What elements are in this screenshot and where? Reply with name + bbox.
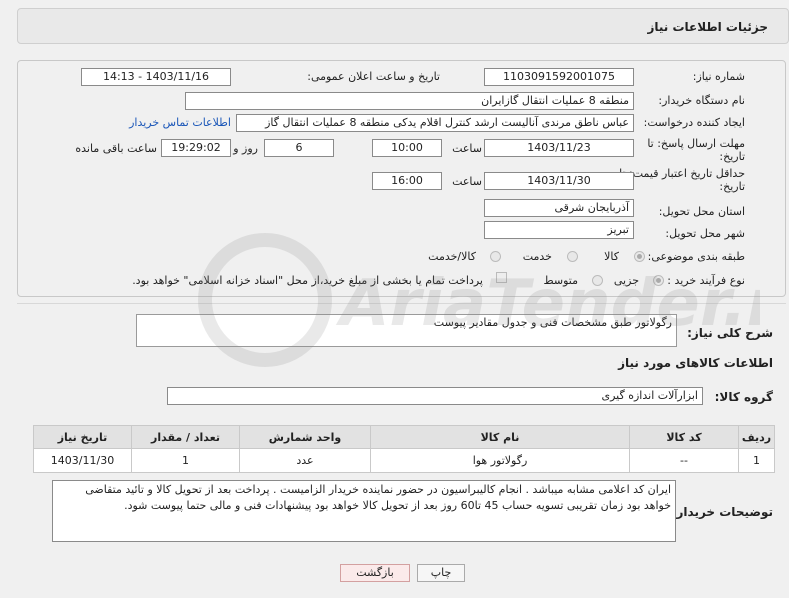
process-option-minor: جزیی bbox=[613, 274, 639, 287]
city-label: شهر محل تحویل: bbox=[665, 227, 745, 240]
summary-label: شرح کلی نیاز: bbox=[687, 326, 773, 340]
goods-group-label: گروه کالا: bbox=[714, 390, 773, 404]
city-field: تبریز bbox=[484, 221, 634, 239]
category-radio-service bbox=[567, 251, 578, 262]
remaining-label: ساعت باقی مانده bbox=[75, 142, 157, 155]
reply-date-field: 1403/11/23 bbox=[484, 139, 634, 157]
need-number-field: 1103091592001075 bbox=[484, 68, 634, 86]
province-label: استان محل تحویل: bbox=[658, 205, 745, 218]
remaining-time-field: 19:29:02 bbox=[161, 139, 231, 157]
goods-section-title: اطلاعات کالاهای مورد نیاز bbox=[618, 356, 773, 370]
price-validity-label-date: تاریخ: bbox=[719, 180, 745, 193]
process-radio-minor bbox=[653, 275, 664, 286]
need-number-label: شماره نیاز: bbox=[692, 70, 745, 83]
cell-unit: عدد bbox=[239, 448, 371, 473]
cell-item-name: رگولاتور هوا bbox=[370, 448, 630, 473]
goods-group-field: ابزارآلات اندازه گیری bbox=[167, 387, 703, 405]
treasury-payment-note: پرداخت تمام یا بخشی از مبلغ خرید،از محل … bbox=[132, 274, 483, 287]
province-field: آذربایجان شرقی bbox=[484, 199, 634, 217]
cell-need-date: 1403/11/30 bbox=[33, 448, 132, 473]
back-button[interactable]: بازگشت bbox=[340, 564, 410, 582]
category-option-goods: کالا bbox=[604, 250, 619, 263]
goods-table: ردیف کد کالا نام کالا واحد شمارش تعداد /… bbox=[33, 425, 775, 473]
col-header-unit: واحد شمارش bbox=[239, 425, 371, 449]
category-option-service: خدمت bbox=[522, 250, 552, 263]
category-radio-goods bbox=[634, 251, 645, 262]
price-validity-date-field: 1403/11/30 bbox=[484, 172, 634, 190]
process-option-medium: متوسط bbox=[543, 274, 578, 287]
category-option-goods-service: کالا/خدمت bbox=[428, 250, 476, 263]
summary-textarea: رگولاتور طبق مشخصات فنی و جدول مقادیر پی… bbox=[136, 314, 677, 347]
table-header-row: ردیف کد کالا نام کالا واحد شمارش تعداد /… bbox=[33, 425, 775, 449]
col-header-item-code: کد کالا bbox=[629, 425, 739, 449]
category-radio-goods-service bbox=[490, 251, 501, 262]
price-validity-label: حداقل تاریخ اعتبار قیمت: تا bbox=[619, 167, 745, 180]
announce-datetime-label: تاریخ و ساعت اعلان عمومی: bbox=[307, 70, 440, 83]
panel-title: جزئیات اطلاعات نیاز bbox=[647, 20, 768, 34]
cell-row-number: 1 bbox=[738, 448, 775, 473]
price-validity-time-field: 16:00 bbox=[372, 172, 442, 190]
buyer-contact-link[interactable]: اطلاعات تماس خریدار bbox=[129, 116, 231, 129]
announce-datetime-field: 1403/11/16 - 14:13 bbox=[81, 68, 231, 86]
buyer-org-label: نام دستگاه خریدار: bbox=[658, 94, 745, 107]
days-label: روز و bbox=[233, 142, 258, 155]
reply-deadline-label-date: تاریخ: bbox=[719, 150, 745, 163]
buyer-org-field: منطقه 8 عملیات انتقال گازایران bbox=[185, 92, 634, 110]
remaining-days-field: 6 bbox=[264, 139, 334, 157]
price-validity-time-label: ساعت bbox=[452, 175, 482, 188]
col-header-item-name: نام کالا bbox=[370, 425, 630, 449]
col-header-need-date: تاریخ نیاز bbox=[33, 425, 132, 449]
col-header-row-number: ردیف bbox=[738, 425, 775, 449]
buyer-notes-textarea: ایران کد اعلامی مشابه میباشد . انجام کال… bbox=[52, 480, 676, 542]
purchase-process-label: نوع فرآیند خرید : bbox=[667, 274, 745, 287]
print-button[interactable]: چاپ bbox=[417, 564, 465, 582]
requester-field: عباس ناطق مرندی آنالیست ارشد کنترل اقلام… bbox=[236, 114, 634, 132]
panel-header: جزئیات اطلاعات نیاز bbox=[17, 8, 789, 44]
divider bbox=[17, 303, 786, 304]
buyer-notes-label: توضیحات خریدار: bbox=[671, 505, 773, 519]
table-row: 1 -- رگولاتور هوا عدد 1 1403/11/30 bbox=[33, 448, 775, 473]
category-label: طبقه بندی موضوعی: bbox=[647, 250, 745, 263]
requester-label: ایجاد کننده درخواست: bbox=[643, 116, 745, 129]
cell-item-code: -- bbox=[629, 448, 739, 473]
reply-time-field: 10:00 bbox=[372, 139, 442, 157]
cell-quantity: 1 bbox=[131, 448, 240, 473]
process-radio-medium bbox=[592, 275, 603, 286]
treasury-payment-checkbox bbox=[496, 272, 507, 283]
col-header-quantity: تعداد / مقدار bbox=[131, 425, 240, 449]
reply-time-label: ساعت bbox=[452, 142, 482, 155]
reply-deadline-label: مهلت ارسال پاسخ: تا bbox=[647, 137, 745, 150]
